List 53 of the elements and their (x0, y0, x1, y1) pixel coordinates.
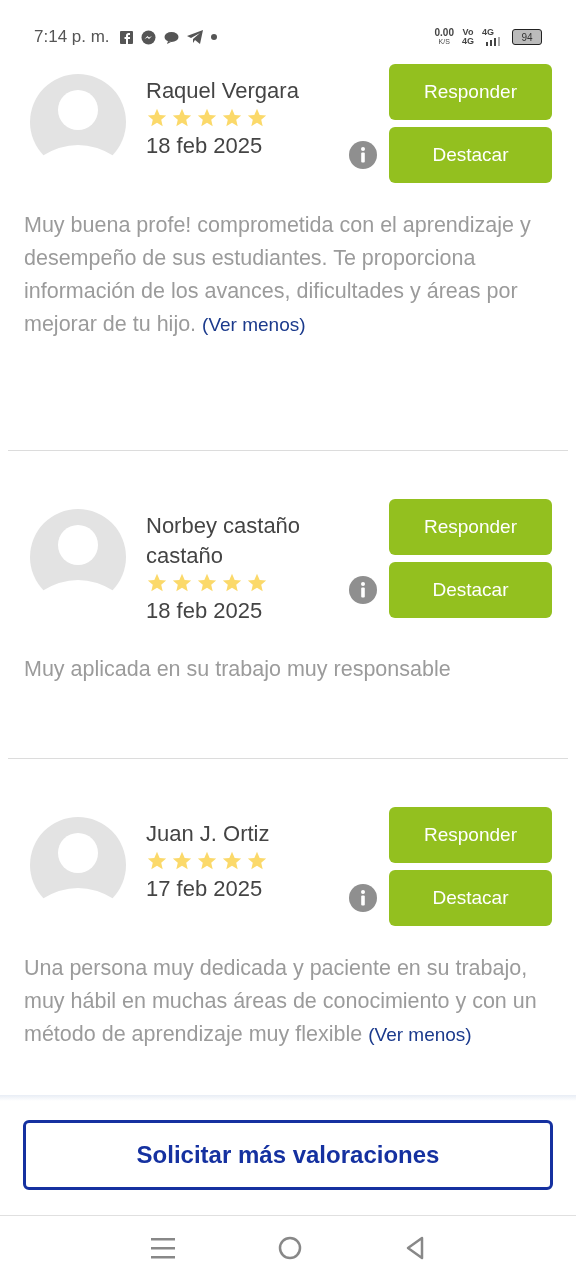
star-icon (146, 572, 168, 594)
volte-label: 4G (462, 37, 474, 46)
reviewer-name: Raquel Vergara (146, 77, 300, 105)
see-less-link[interactable]: (Ver menos) (202, 314, 306, 335)
back-icon[interactable] (404, 1236, 425, 1260)
star-icon (196, 572, 218, 594)
dot-icon (210, 34, 217, 40)
network-label: 4G (482, 28, 495, 37)
star-icon (171, 572, 193, 594)
volte-label: Vo (462, 28, 474, 37)
star-icon (221, 572, 243, 594)
request-ratings-button[interactable]: Solicitar más valoraciones (23, 1120, 553, 1190)
review-comment: Muy buena profe! comprometida con el aprendizaje y desempeño de sus estudiantes. Te proporciona información de los avances, dificultades y áreas por mejorar de tu hijo. (Ver menos) (24, 212, 532, 338)
info-icon[interactable] (349, 576, 377, 604)
avatar-icon (28, 72, 128, 172)
avatar-icon (28, 815, 128, 915)
star-icon (246, 572, 268, 594)
home-icon[interactable] (278, 1236, 302, 1260)
status-time: 7:14 p. m. (34, 26, 110, 49)
star-icon (196, 107, 218, 129)
send-icon (186, 30, 203, 44)
review-date: 18 feb 2025 (146, 132, 264, 160)
star-icon (171, 850, 193, 872)
star-icon (171, 107, 193, 129)
menu-icon[interactable] (151, 1237, 176, 1259)
star-icon (246, 850, 268, 872)
reply-button[interactable]: Responder (389, 807, 552, 863)
review-comment: Una persona muy dedicada y paciente en su trabajo, muy hábil en muchas áreas de conocimiento y con un método de aprendizaje muy flexible (Ver menos) (24, 955, 538, 1048)
speed-value: 0.00 (434, 28, 454, 37)
avatar-icon (28, 507, 128, 607)
chat-bubble-icon (140, 29, 156, 45)
info-icon[interactable] (349, 141, 377, 169)
review-date: 17 feb 2025 (146, 875, 264, 903)
star-icon (146, 850, 168, 872)
info-icon[interactable] (349, 884, 377, 912)
facebook-icon (119, 30, 133, 44)
battery-icon: 94 (512, 29, 542, 45)
reviewer-name: Norbey castaño castaño (146, 512, 302, 570)
star-icon (221, 850, 243, 872)
star-icon (196, 850, 218, 872)
star-icon (146, 107, 168, 129)
review-comment: Muy aplicada en su trabajo muy responsable (24, 656, 452, 683)
review-date: 18 feb 2025 (146, 597, 264, 625)
reply-button[interactable]: Responder (389, 64, 552, 120)
see-less-link[interactable]: (Ver menos) (368, 1024, 472, 1045)
reviewer-name: Juan J. Ortiz (146, 820, 271, 848)
star-icon (221, 107, 243, 129)
highlight-button[interactable]: Destacar (389, 127, 552, 183)
message-icon (163, 30, 179, 44)
highlight-button[interactable]: Destacar (389, 562, 552, 618)
highlight-button[interactable]: Destacar (389, 870, 552, 926)
reply-button[interactable]: Responder (389, 499, 552, 555)
star-icon (246, 107, 268, 129)
